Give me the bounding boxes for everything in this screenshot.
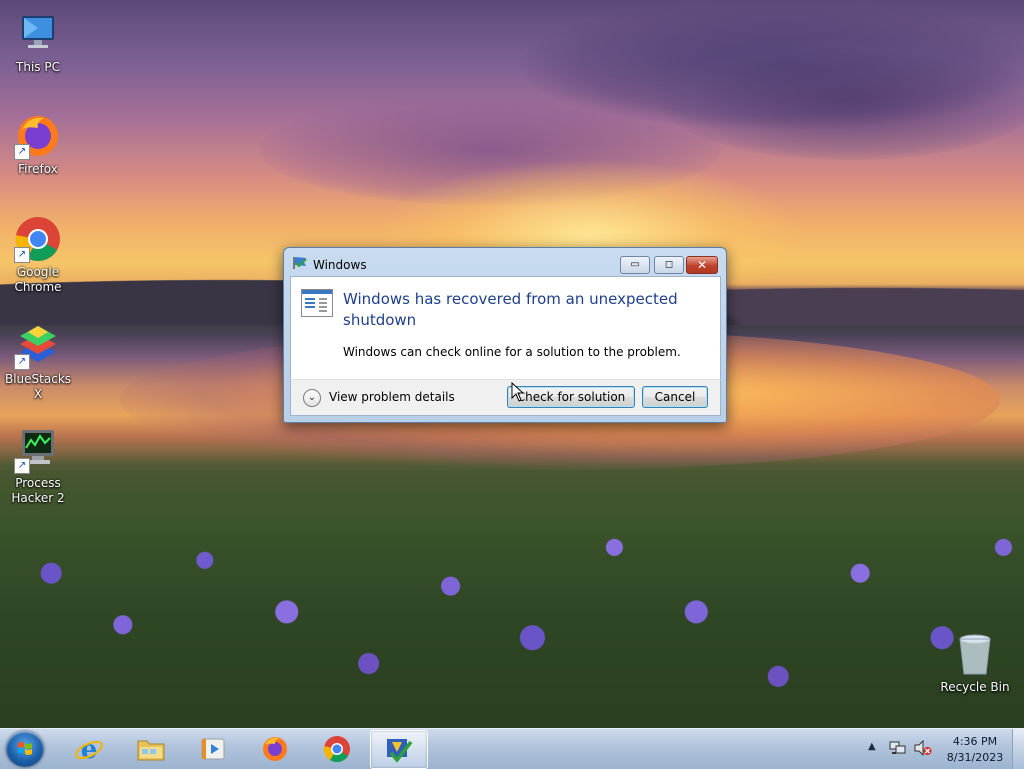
volume-muted-icon[interactable] — [914, 740, 932, 756]
taskbar-firefox[interactable] — [248, 730, 304, 767]
computer-icon — [14, 10, 62, 58]
desktop-icon-this-pc[interactable]: This PC — [0, 10, 76, 75]
maximize-button[interactable]: ◻ — [654, 256, 684, 274]
taskbar-chrome[interactable] — [310, 730, 366, 767]
folder-icon — [137, 740, 165, 761]
desktop-icon-firefox[interactable]: ↗ Firefox — [0, 112, 76, 177]
chevron-down-icon[interactable]: ⌄ — [303, 389, 321, 407]
chrome-icon: ↗ — [14, 215, 62, 263]
close-icon: ✕ — [696, 258, 708, 272]
dialog-message: Windows can check online for a solution … — [343, 345, 681, 359]
dialog-heading: Windows has recovered from an unexpected… — [343, 290, 678, 329]
network-icon[interactable] — [889, 740, 907, 756]
desktop-icon-label: BlueStacks X — [4, 372, 72, 401]
shortcut-arrow-icon: ↗ — [14, 458, 30, 474]
show-desktop-button[interactable] — [1012, 729, 1024, 769]
action-center-icon — [387, 739, 413, 763]
desktop-icon-bluestacks[interactable]: ↗ BlueStacks X — [0, 322, 76, 402]
clock-date[interactable]: 8/31/2023 — [944, 751, 1006, 764]
close-button[interactable]: ✕ — [686, 256, 718, 274]
desktop-icon-label: Recycle Bin — [940, 680, 1010, 694]
windows-logo-icon — [18, 742, 32, 755]
desktop-icon-process-hacker[interactable]: ↗ Process Hacker 2 — [0, 426, 76, 506]
view-problem-details-link[interactable]: View problem details — [329, 390, 455, 404]
taskbar: e ▲ 4:36 PM 8/31/2023 — [0, 728, 1024, 769]
dialog-content: Windows has recovered from an unexpected… — [290, 276, 721, 381]
check-for-solution-button[interactable]: Check for solution — [507, 386, 635, 408]
taskbar-media-player[interactable] — [186, 730, 242, 767]
mouse-cursor-icon — [511, 381, 525, 402]
cancel-button[interactable]: Cancel — [642, 386, 708, 408]
recycle-bin-icon — [951, 630, 999, 678]
desktop-icon-google-chrome[interactable]: ↗ Google Chrome — [0, 215, 76, 295]
media-player-icon — [201, 738, 225, 760]
recovery-dialog: Windows ▭ ◻ ✕ Windows has recovered from… — [283, 247, 727, 423]
minimize-icon: ▭ — [630, 259, 640, 270]
show-hidden-icons-button[interactable]: ▲ — [868, 741, 876, 752]
maximize-icon: ◻ — [664, 259, 674, 270]
process-hacker-icon: ↗ — [14, 426, 62, 474]
dialog-title: Windows — [313, 258, 367, 272]
internet-explorer-icon: e — [75, 735, 103, 763]
taskbar-file-explorer[interactable] — [124, 730, 180, 767]
shortcut-arrow-icon: ↗ — [14, 144, 30, 160]
shortcut-arrow-icon: ↗ — [14, 354, 30, 370]
desktop-icon-label: Google Chrome — [14, 265, 62, 294]
wallpaper-flowers — [0, 470, 1024, 728]
window-document-icon — [301, 289, 333, 317]
shortcut-arrow-icon: ↗ — [14, 247, 30, 263]
taskbar-action-center-dialog[interactable] — [370, 730, 428, 769]
desktop-icon-label: Firefox — [18, 162, 58, 176]
dialog-titlebar[interactable]: Windows ▭ ◻ ✕ — [284, 248, 726, 276]
action-center-flag-icon — [292, 256, 308, 270]
minimize-button[interactable]: ▭ — [620, 256, 650, 274]
bluestacks-icon: ↗ — [14, 322, 62, 370]
firefox-icon — [263, 737, 287, 761]
desktop-icon-label: This PC — [16, 60, 60, 74]
desktop-icon-recycle-bin[interactable]: Recycle Bin — [937, 630, 1013, 695]
clock-time[interactable]: 4:36 PM — [944, 735, 1006, 748]
start-button[interactable] — [6, 731, 44, 767]
firefox-icon: ↗ — [14, 112, 62, 160]
dialog-footer: ⌄ View problem details Check for solutio… — [290, 379, 721, 416]
chrome-icon — [323, 736, 350, 763]
desktop-icon-label: Process Hacker 2 — [11, 476, 65, 505]
taskbar-internet-explorer[interactable]: e — [62, 730, 118, 767]
